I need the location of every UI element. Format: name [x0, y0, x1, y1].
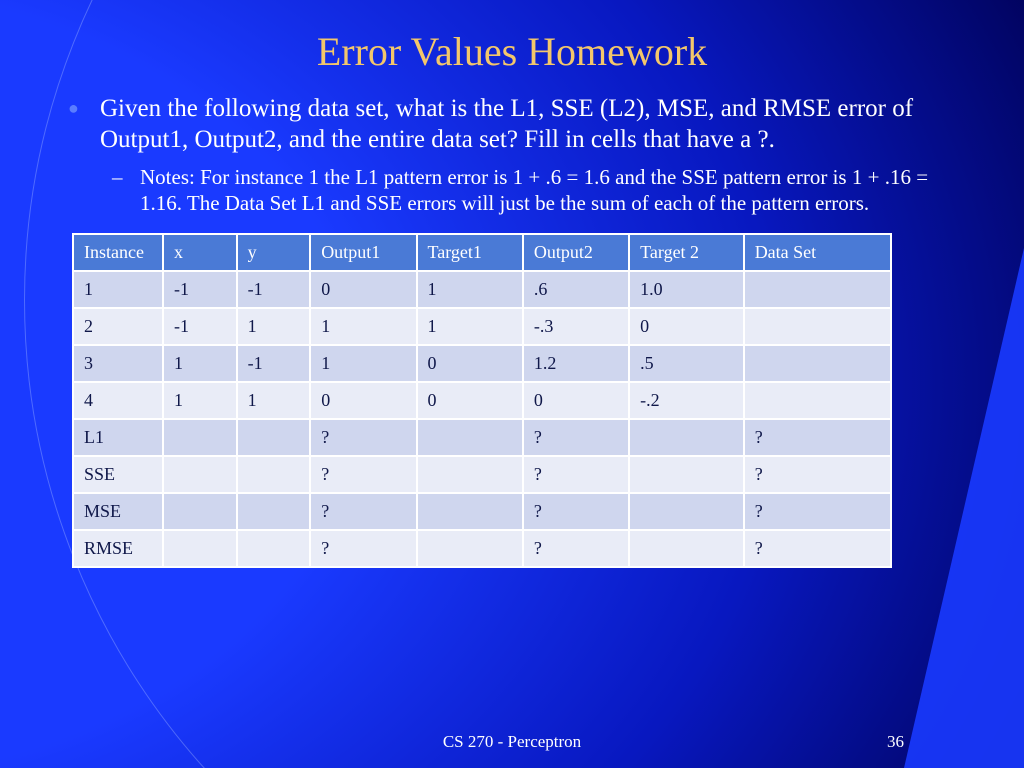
- cell: ?: [310, 530, 416, 567]
- cell: ?: [744, 419, 891, 456]
- cell: -1: [163, 271, 237, 308]
- cell: ?: [744, 530, 891, 567]
- cell: [417, 530, 523, 567]
- cell: ?: [523, 419, 629, 456]
- cell: -1: [237, 345, 311, 382]
- cell: -.3: [523, 308, 629, 345]
- table-header-row: Instance x y Output1 Target1 Output2 Tar…: [73, 234, 891, 271]
- cell: ?: [523, 530, 629, 567]
- header-output2: Output2: [523, 234, 629, 271]
- cell: 1: [417, 271, 523, 308]
- cell: 0: [310, 382, 416, 419]
- cell: .6: [523, 271, 629, 308]
- cell: 1.0: [629, 271, 744, 308]
- cell: ?: [744, 456, 891, 493]
- cell: ?: [523, 456, 629, 493]
- cell: 1: [310, 308, 416, 345]
- cell: [629, 419, 744, 456]
- cell: 1: [310, 345, 416, 382]
- header-target1: Target1: [417, 234, 523, 271]
- cell: ?: [310, 419, 416, 456]
- cell: 0: [629, 308, 744, 345]
- slide-title: Error Values Homework: [60, 28, 964, 75]
- footer: CS 270 - Perceptron 36: [0, 732, 1024, 752]
- table-body: 1 -1 -1 0 1 .6 1.0 2 -1 1 1 1 -.3 0: [73, 271, 891, 567]
- header-dataset: Data Set: [744, 234, 891, 271]
- cell: [163, 419, 237, 456]
- cell: MSE: [73, 493, 163, 530]
- table-container: Instance x y Output1 Target1 Output2 Tar…: [72, 233, 892, 568]
- table-row: MSE ? ? ?: [73, 493, 891, 530]
- cell: 0: [417, 382, 523, 419]
- header-target2: Target 2: [629, 234, 744, 271]
- header-instance: Instance: [73, 234, 163, 271]
- cell: [417, 456, 523, 493]
- cell: .5: [629, 345, 744, 382]
- cell: 1: [237, 382, 311, 419]
- table-row: 1 -1 -1 0 1 .6 1.0: [73, 271, 891, 308]
- cell: [417, 493, 523, 530]
- cell: [744, 271, 891, 308]
- cell: ?: [310, 456, 416, 493]
- header-output1: Output1: [310, 234, 416, 271]
- cell: 0: [523, 382, 629, 419]
- header-y: y: [237, 234, 311, 271]
- table-row: L1 ? ? ?: [73, 419, 891, 456]
- bullet-list: Given the following data set, what is th…: [60, 93, 964, 217]
- cell: 3: [73, 345, 163, 382]
- page-number: 36: [887, 732, 904, 752]
- cell: L1: [73, 419, 163, 456]
- table-row: 4 1 1 0 0 0 -.2: [73, 382, 891, 419]
- cell: [629, 493, 744, 530]
- header-x: x: [163, 234, 237, 271]
- slide: Error Values Homework Given the followin…: [0, 0, 1024, 768]
- cell: [629, 456, 744, 493]
- cell: [163, 493, 237, 530]
- cell: -1: [163, 308, 237, 345]
- cell: 1.2: [523, 345, 629, 382]
- cell: RMSE: [73, 530, 163, 567]
- cell: 1: [237, 308, 311, 345]
- cell: 1: [163, 345, 237, 382]
- table-row: RMSE ? ? ?: [73, 530, 891, 567]
- cell: 1: [73, 271, 163, 308]
- error-values-table: Instance x y Output1 Target1 Output2 Tar…: [72, 233, 892, 568]
- cell: 0: [417, 345, 523, 382]
- cell: 2: [73, 308, 163, 345]
- cell: [237, 530, 311, 567]
- cell: [417, 419, 523, 456]
- cell: [163, 456, 237, 493]
- cell: 1: [163, 382, 237, 419]
- cell: -1: [237, 271, 311, 308]
- table-row: SSE ? ? ?: [73, 456, 891, 493]
- bullet-main: Given the following data set, what is th…: [60, 93, 964, 156]
- cell: 4: [73, 382, 163, 419]
- table-row: 2 -1 1 1 1 -.3 0: [73, 308, 891, 345]
- cell: SSE: [73, 456, 163, 493]
- cell: [237, 493, 311, 530]
- cell: [744, 382, 891, 419]
- cell: [629, 530, 744, 567]
- cell: [237, 419, 311, 456]
- footer-center: CS 270 - Perceptron: [0, 732, 1024, 752]
- cell: ?: [310, 493, 416, 530]
- cell: 1: [417, 308, 523, 345]
- bullet-sub: Notes: For instance 1 the L1 pattern err…: [60, 164, 964, 218]
- cell: [163, 530, 237, 567]
- cell: [744, 345, 891, 382]
- cell: ?: [744, 493, 891, 530]
- cell: ?: [523, 493, 629, 530]
- cell: 0: [310, 271, 416, 308]
- cell: -.2: [629, 382, 744, 419]
- table-row: 3 1 -1 1 0 1.2 .5: [73, 345, 891, 382]
- cell: [237, 456, 311, 493]
- cell: [744, 308, 891, 345]
